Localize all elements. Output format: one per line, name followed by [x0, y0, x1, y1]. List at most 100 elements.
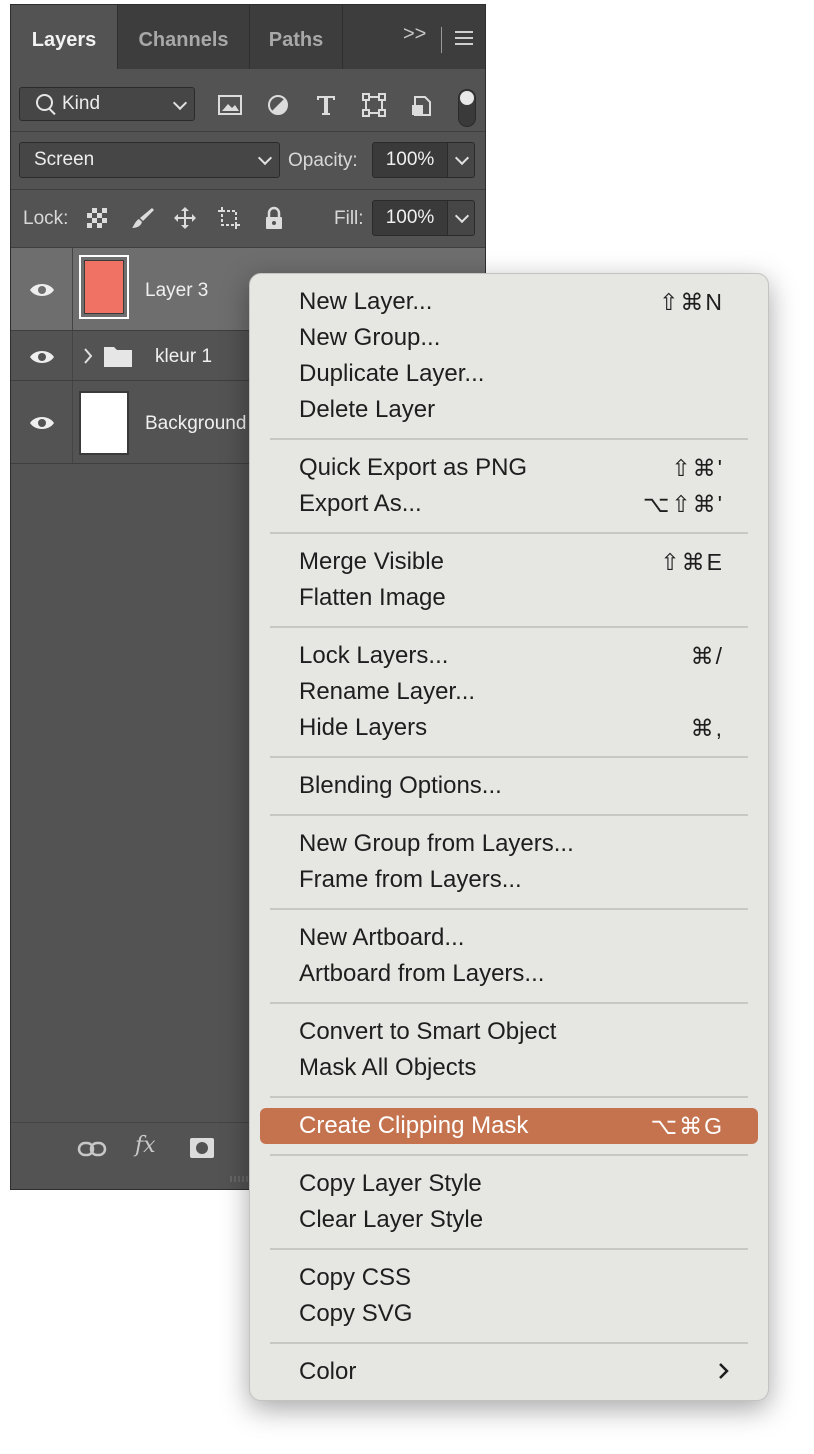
menu-item-copy-css[interactable]: Copy CSS: [260, 1260, 758, 1296]
menu-item-create-clipping-mask[interactable]: Create Clipping Mask ⌥⌘G: [260, 1108, 758, 1144]
menu-item-artboard-from-layers[interactable]: Artboard from Layers...: [260, 956, 758, 992]
menu-item-lock-layers[interactable]: Lock Layers... ⌘/: [260, 638, 758, 674]
fill-label: Fill:: [334, 208, 364, 229]
tab-divider: [441, 27, 442, 53]
panel-menu-icon[interactable]: [455, 31, 473, 45]
tab-paths[interactable]: Paths: [250, 5, 343, 69]
eye-icon[interactable]: [29, 349, 55, 365]
eye-icon[interactable]: [29, 415, 55, 431]
menu-item-mask-all-objects[interactable]: Mask All Objects: [260, 1050, 758, 1086]
fill-dropdown[interactable]: [447, 200, 475, 236]
menu-item-label: Hide Layers: [299, 714, 428, 741]
shape-layer-filter-icon[interactable]: [361, 93, 387, 117]
menu-item-label: Rename Layer...: [299, 678, 476, 705]
menu-item-shortcut: ⌘/: [690, 643, 724, 669]
menu-separator: [270, 1154, 748, 1156]
layer-name[interactable]: Layer 3: [145, 280, 208, 302]
menu-separator: [270, 908, 748, 910]
panel-overflow-button[interactable]: >>: [403, 23, 426, 46]
menu-item-shortcut: ⇧⌘': [671, 455, 724, 481]
menu-item-new-artboard[interactable]: New Artboard...: [260, 920, 758, 956]
fx-icon[interactable]: fx: [135, 1133, 156, 1158]
menu-item-delete-layer[interactable]: Delete Layer: [260, 392, 758, 428]
menu-item-label: Copy SVG: [299, 1300, 413, 1327]
menu-item-label: Color: [299, 1358, 357, 1385]
lock-image-pixels-icon[interactable]: [131, 206, 155, 230]
filter-kind-label: Kind: [62, 93, 101, 114]
visibility-column: [11, 331, 73, 380]
chevron-down-icon: [454, 150, 470, 166]
menu-separator: [270, 1002, 748, 1004]
lock-artboard-icon[interactable]: [217, 206, 241, 230]
menu-item-label: Copy CSS: [299, 1264, 412, 1291]
menu-item-copy-layer-style[interactable]: Copy Layer Style: [260, 1166, 758, 1202]
menu-separator: [270, 756, 748, 758]
chevron-right-icon: [719, 1363, 729, 1379]
menu-item-new-group[interactable]: New Group...: [260, 320, 758, 356]
menu-item-label: Merge Visible: [299, 548, 444, 575]
lock-position-icon[interactable]: [173, 206, 197, 230]
menu-item-label: New Layer...: [299, 288, 433, 315]
menu-item-label: Clear Layer Style: [299, 1206, 484, 1233]
menu-item-hide-layers[interactable]: Hide Layers ⌘,: [260, 710, 758, 746]
tab-layers[interactable]: Layers: [11, 5, 118, 69]
layer-name[interactable]: Background: [145, 413, 246, 435]
smart-object-filter-icon[interactable]: [409, 93, 435, 117]
opacity-dropdown[interactable]: [447, 142, 475, 178]
menu-item-label: Frame from Layers...: [299, 866, 522, 893]
menu-separator: [270, 1342, 748, 1344]
layer-thumbnail[interactable]: [79, 255, 129, 319]
type-layer-filter-icon[interactable]: [313, 93, 339, 117]
menu-separator: [270, 1096, 748, 1098]
menu-item-merge-visible[interactable]: Merge Visible ⇧⌘E: [260, 544, 758, 580]
menu-item-label: Quick Export as PNG: [299, 454, 528, 481]
lock-label: Lock:: [23, 208, 69, 229]
adjustment-layer-filter-icon[interactable]: [265, 93, 291, 117]
menu-item-label: Blending Options...: [299, 772, 502, 799]
chevron-down-icon: [257, 150, 273, 166]
tab-channels[interactable]: Channels: [118, 5, 250, 69]
layer-context-menu: New Layer... ⇧⌘N New Group... Duplicate …: [249, 273, 769, 1401]
menu-separator: [270, 814, 748, 816]
fill-input[interactable]: 100%: [372, 200, 448, 236]
menu-item-new-group-from-layers[interactable]: New Group from Layers...: [260, 826, 758, 862]
menu-item-label: Mask All Objects: [299, 1054, 477, 1081]
blend-mode-select[interactable]: Screen: [19, 142, 280, 178]
menu-item-shortcut: ⌥⌘G: [650, 1113, 724, 1139]
menu-item-convert-smart-object[interactable]: Convert to Smart Object: [260, 1014, 758, 1050]
opacity-input[interactable]: 100%: [372, 142, 448, 178]
menu-item-label: Copy Layer Style: [299, 1170, 482, 1197]
menu-item-new-layer[interactable]: New Layer... ⇧⌘N: [260, 284, 758, 320]
filter-kind-select[interactable]: Kind: [19, 87, 195, 121]
filter-toggle[interactable]: [458, 89, 476, 127]
menu-item-label: Convert to Smart Object: [299, 1018, 557, 1045]
lock-all-icon[interactable]: [262, 206, 286, 230]
menu-item-blending-options[interactable]: Blending Options...: [260, 768, 758, 804]
menu-item-quick-export-png[interactable]: Quick Export as PNG ⇧⌘': [260, 450, 758, 486]
lock-transparent-pixels-icon[interactable]: [85, 206, 109, 230]
pixel-layer-filter-icon[interactable]: [217, 93, 243, 117]
visibility-column: [11, 248, 73, 330]
menu-item-copy-svg[interactable]: Copy SVG: [260, 1296, 758, 1332]
menu-separator: [270, 532, 748, 534]
eye-icon[interactable]: [29, 282, 55, 298]
blend-mode-value: Screen: [34, 149, 95, 170]
menu-item-clear-layer-style[interactable]: Clear Layer Style: [260, 1202, 758, 1238]
menu-item-duplicate-layer[interactable]: Duplicate Layer...: [260, 356, 758, 392]
menu-item-label: New Group...: [299, 324, 441, 351]
add-mask-icon[interactable]: [189, 1137, 215, 1159]
menu-item-export-as[interactable]: Export As... ⌥⇧⌘': [260, 486, 758, 522]
menu-item-label: Flatten Image: [299, 584, 446, 611]
menu-item-flatten-image[interactable]: Flatten Image: [260, 580, 758, 616]
layer-name[interactable]: kleur 1: [155, 346, 212, 368]
menu-item-frame-from-layers[interactable]: Frame from Layers...: [260, 862, 758, 898]
menu-item-shortcut: ⇧⌘E: [660, 549, 724, 575]
chevron-right-icon[interactable]: [83, 347, 93, 365]
menu-item-label: Artboard from Layers...: [299, 960, 545, 987]
layer-thumbnail[interactable]: [79, 391, 129, 455]
menu-separator: [270, 438, 748, 440]
menu-item-rename-layer[interactable]: Rename Layer...: [260, 674, 758, 710]
chevron-down-icon: [454, 208, 470, 224]
link-layers-icon[interactable]: [77, 1139, 107, 1159]
menu-item-color[interactable]: Color: [260, 1354, 758, 1390]
